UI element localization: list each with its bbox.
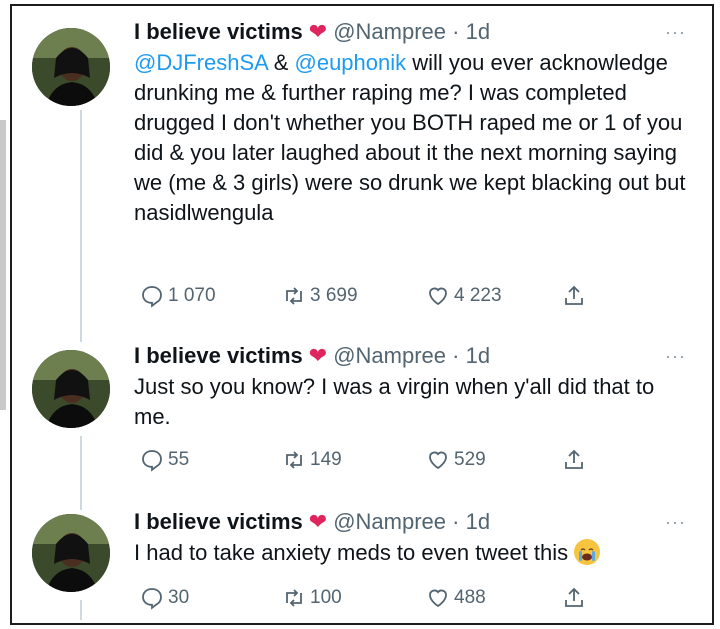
- screen-edge: [0, 120, 6, 410]
- mention-link[interactable]: @DJFreshSA: [134, 50, 268, 75]
- like-count: 488: [454, 587, 486, 608]
- share-button[interactable]: [562, 448, 586, 472]
- tweet[interactable]: I believe victims ❤ @Nampree · 1d ··· @DJF…: [10, 18, 710, 318]
- tweet-content: I believe victims ❤ @Nampree · 1d ··· I ha…: [134, 508, 686, 568]
- retweet-button[interactable]: 149: [282, 448, 342, 472]
- share-button[interactable]: [562, 284, 586, 308]
- reply-icon: [142, 286, 162, 308]
- avatar[interactable]: [32, 28, 110, 106]
- tweet[interactable]: I believe victims ❤ @Nampree · 1d ··· Just…: [10, 342, 710, 482]
- reply-count: 55: [168, 449, 190, 470]
- separator-dot: ·: [452, 509, 460, 534]
- like-count: 4 223: [454, 285, 502, 306]
- avatar[interactable]: [32, 514, 110, 592]
- username[interactable]: @Nampree: [333, 19, 446, 44]
- reply-button[interactable]: 30: [140, 586, 189, 610]
- retweet-icon: [286, 451, 302, 469]
- timestamp[interactable]: 1d: [466, 19, 490, 44]
- reply-button[interactable]: 1 070: [140, 284, 216, 308]
- share-icon: [565, 285, 583, 305]
- retweet-count: 3 699: [310, 285, 358, 306]
- tweet-actions: 30 100 488: [134, 586, 686, 614]
- separator-dot: ·: [452, 19, 460, 44]
- like-icon: [429, 287, 447, 306]
- retweet-count: 149: [310, 449, 342, 470]
- retweet-count: 100: [310, 587, 342, 608]
- tweet-text: Just so you know? I was a virgin when y'…: [134, 374, 655, 429]
- retweet-button[interactable]: 3 699: [282, 284, 358, 308]
- reply-count: 30: [168, 587, 190, 608]
- more-icon[interactable]: ···: [665, 512, 686, 533]
- tweet-actions: 55 149 529: [134, 448, 686, 476]
- like-icon: [429, 589, 447, 608]
- more-icon[interactable]: ···: [665, 22, 686, 43]
- separator-dot: ·: [452, 343, 460, 368]
- username[interactable]: @Nampree: [333, 509, 446, 534]
- display-name[interactable]: I believe victims: [134, 343, 303, 368]
- tweet-actions: 1 070 3 699 4 223: [134, 284, 686, 312]
- tweet-header: I believe victims ❤ @Nampree · 1d: [134, 508, 686, 536]
- tweet-text: @DJFreshSA & @euphonik will you ever ack…: [134, 48, 686, 228]
- retweet-icon: [286, 589, 302, 607]
- tweet-text-segment: I had to take anxiety meds to even tweet…: [134, 540, 569, 565]
- reply-button[interactable]: 55: [140, 448, 189, 472]
- share-icon: [565, 449, 583, 469]
- share-icon: [565, 587, 583, 607]
- timestamp[interactable]: 1d: [466, 509, 490, 534]
- tweet-content: I believe victims ❤ @Nampree · 1d ··· Just…: [134, 342, 686, 432]
- red-heart-emoji: ❤: [308, 509, 328, 534]
- retweet-icon: [286, 287, 302, 305]
- retweet-button[interactable]: 100: [282, 586, 342, 610]
- tweet-text-segment: &: [267, 50, 295, 75]
- more-icon[interactable]: ···: [665, 346, 686, 367]
- tweet-text-segment: will you ever acknowledge drunking me & …: [134, 50, 686, 225]
- display-name[interactable]: I believe victims: [134, 19, 303, 44]
- share-button[interactable]: [562, 586, 586, 610]
- red-heart-emoji: ❤: [308, 19, 328, 44]
- like-icon: [429, 451, 447, 470]
- tweet[interactable]: I believe victims ❤ @Nampree · 1d ··· I ha…: [10, 508, 710, 622]
- reply-icon: [142, 588, 162, 610]
- reply-count: 1 070: [168, 285, 216, 306]
- tweet-text: I had to take anxiety meds to even tweet…: [134, 538, 686, 568]
- like-button[interactable]: 529: [426, 448, 486, 472]
- mention-link[interactable]: @euphonik: [295, 50, 407, 75]
- reply-icon: [142, 450, 162, 472]
- red-heart-emoji: ❤: [308, 343, 328, 368]
- tweet-header: I believe victims ❤ @Nampree · 1d: [134, 342, 686, 370]
- avatar[interactable]: [32, 350, 110, 428]
- display-name[interactable]: I believe victims: [134, 509, 303, 534]
- like-button[interactable]: 4 223: [426, 284, 502, 308]
- tweet-header: I believe victims ❤ @Nampree · 1d: [134, 18, 686, 46]
- like-count: 529: [454, 449, 486, 470]
- like-button[interactable]: 488: [426, 586, 486, 610]
- timestamp[interactable]: 1d: [466, 343, 490, 368]
- tweet-content: I believe victims ❤ @Nampree · 1d ··· @DJF…: [134, 18, 686, 228]
- crying-face-emoji: [574, 539, 601, 565]
- username[interactable]: @Nampree: [333, 343, 446, 368]
